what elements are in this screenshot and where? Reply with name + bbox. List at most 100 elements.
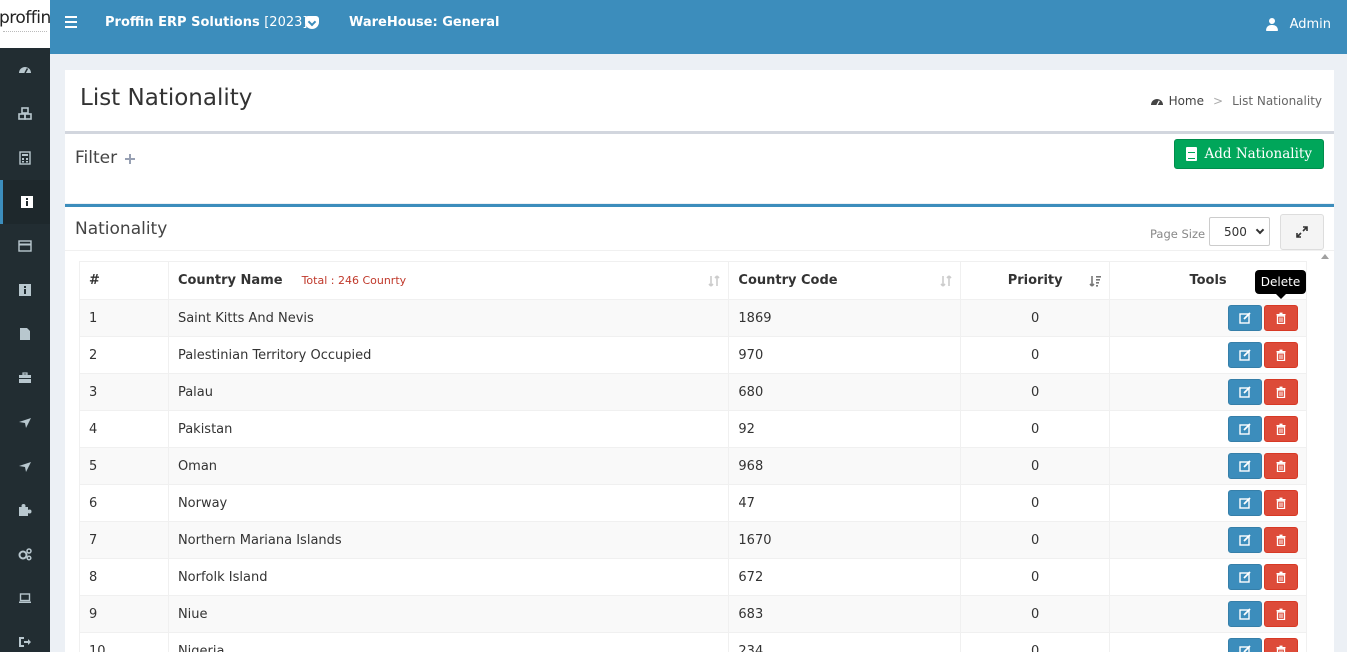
menu-toggle-icon[interactable] [65, 16, 77, 28]
delete-button[interactable] [1264, 342, 1298, 368]
cell-country-name: Saint Kitts And Nevis [167, 299, 730, 337]
column-header-priority[interactable]: Priority [960, 261, 1111, 300]
pocket-icon[interactable] [305, 16, 319, 29]
cell-num: 2 [79, 336, 169, 374]
cell-num: 9 [79, 595, 169, 633]
edit-button[interactable] [1228, 453, 1262, 479]
trash-icon [1275, 312, 1287, 324]
cell-priority: 0 [960, 336, 1111, 374]
delete-button[interactable] [1264, 416, 1298, 442]
delete-button[interactable] [1264, 305, 1298, 331]
cell-country-code: 1670 [728, 521, 962, 559]
trash-icon [1275, 534, 1287, 546]
column-header-code[interactable]: Country Code [728, 261, 962, 300]
cubes-icon[interactable] [0, 92, 50, 136]
edit-button[interactable] [1228, 527, 1262, 553]
cell-tools [1109, 410, 1307, 448]
info-icon[interactable] [0, 268, 50, 312]
breadcrumb-home[interactable]: Home [1169, 94, 1204, 108]
user-menu[interactable]: Admin [1265, 17, 1331, 32]
calculator-icon[interactable] [0, 136, 50, 180]
delete-button[interactable] [1264, 638, 1298, 652]
plus-icon[interactable] [125, 154, 135, 164]
column-header-num[interactable]: # [79, 261, 169, 300]
warehouse-selector[interactable]: WareHouse: General [349, 15, 499, 30]
dashboard-icon [1150, 98, 1163, 105]
trash-icon [1275, 645, 1287, 652]
cell-country-code: 1869 [728, 299, 962, 337]
edit-button[interactable] [1228, 342, 1262, 368]
cell-num: 1 [79, 299, 169, 337]
cell-country-code: 234 [728, 632, 962, 652]
puzzle-icon[interactable] [0, 488, 50, 532]
cell-num: 10 [79, 632, 169, 652]
edit-button[interactable] [1228, 490, 1262, 516]
briefcase-icon[interactable] [0, 356, 50, 400]
delete-button[interactable] [1264, 379, 1298, 405]
breadcrumb: Home > List Nationality [1150, 94, 1322, 108]
brand-year: [2023] [264, 15, 308, 30]
edit-button[interactable] [1228, 601, 1262, 627]
laptop-icon[interactable] [0, 576, 50, 620]
file-icon [1185, 147, 1197, 161]
delete-button[interactable] [1264, 490, 1298, 516]
edit-button[interactable] [1228, 638, 1262, 652]
trash-icon [1275, 608, 1287, 620]
edit-button[interactable] [1228, 379, 1262, 405]
brand-title: Proffin ERP Solutions [2023] [105, 15, 307, 30]
delete-button[interactable] [1264, 453, 1298, 479]
file-icon[interactable] [0, 312, 50, 356]
filter-box: Filter Add Nationality [65, 131, 1334, 203]
dashboard-icon[interactable] [0, 48, 50, 92]
tooltip: Delete [1255, 270, 1306, 299]
cell-priority: 0 [960, 373, 1111, 411]
info-icon[interactable] [0, 180, 50, 224]
cell-tools [1109, 447, 1307, 485]
column-header-name[interactable]: Country Name Total : 246 Counrty [167, 261, 730, 300]
plane-icon[interactable] [0, 400, 50, 444]
total-count: Total : 246 Counrty [301, 274, 407, 287]
cell-tools [1109, 595, 1307, 633]
edit-icon [1239, 645, 1251, 652]
delete-button[interactable] [1264, 601, 1298, 627]
gears-icon[interactable] [0, 532, 50, 576]
cell-priority: 0 [960, 484, 1111, 522]
cell-country-code: 92 [728, 410, 962, 448]
sort-icon[interactable] [939, 274, 953, 288]
delete-button[interactable] [1264, 527, 1298, 553]
add-nationality-button[interactable]: Add Nationality [1173, 139, 1324, 169]
cell-priority: 0 [960, 595, 1111, 633]
edit-icon [1239, 608, 1251, 620]
edit-button[interactable] [1228, 416, 1262, 442]
sign-out-icon[interactable] [0, 620, 50, 652]
expand-button[interactable] [1280, 214, 1324, 250]
content-header: List Nationality Home > List Nationality [65, 70, 1334, 131]
cell-priority: 0 [960, 558, 1111, 596]
cell-priority: 0 [960, 447, 1111, 485]
plane-icon[interactable] [0, 444, 50, 488]
edit-icon [1239, 349, 1251, 361]
sidebar [0, 48, 50, 652]
scrollbar[interactable] [1318, 252, 1331, 652]
cell-tools [1109, 373, 1307, 411]
logo[interactable]: proffin [0, 0, 50, 48]
cell-tools [1109, 336, 1307, 374]
filter-title[interactable]: Filter [75, 148, 117, 168]
logo-tagline [3, 31, 47, 33]
credit-card-icon[interactable] [0, 224, 50, 268]
add-nationality-label: Add Nationality [1204, 146, 1313, 162]
trash-icon [1275, 460, 1287, 472]
chevron-down-icon [1255, 225, 1265, 235]
sort-desc-icon[interactable] [1088, 274, 1102, 288]
sort-icon[interactable] [707, 274, 721, 288]
column-header-code-label: Country Code [738, 273, 838, 288]
cell-country-name: Oman [167, 447, 730, 485]
breadcrumb-separator: > [1213, 94, 1224, 108]
delete-button[interactable] [1264, 564, 1298, 590]
table-row: 2 Palestinian Territory Occupied 970 0 [79, 336, 1307, 374]
page-size-select[interactable]: 500 [1209, 217, 1270, 246]
edit-button[interactable] [1228, 305, 1262, 331]
user-name: Admin [1289, 17, 1331, 32]
edit-button[interactable] [1228, 564, 1262, 590]
scroll-up-arrow-icon[interactable] [1321, 254, 1329, 259]
